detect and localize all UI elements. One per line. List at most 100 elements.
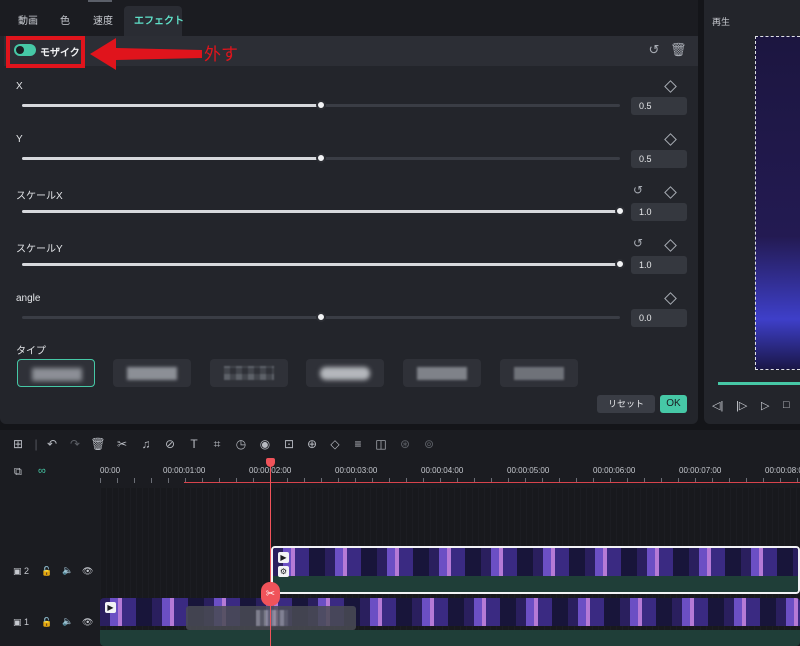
redo-icon[interactable]: ↷ [67, 437, 83, 451]
type-label: タイプ [16, 346, 46, 357]
value-field-scale-y[interactable]: 1.0 [631, 256, 687, 274]
param-label-scale-y: スケールY [16, 244, 63, 255]
slider-angle[interactable] [22, 312, 620, 322]
reset-icon[interactable]: ↺ [633, 184, 643, 196]
speaker-icon[interactable]: 🔈 [62, 565, 73, 576]
video-track-icon: ▣ [13, 617, 22, 627]
play-icon[interactable]: ▷ [761, 399, 769, 412]
delete-icon[interactable]: 🗑 [90, 437, 106, 451]
timecode: 00:00:08:0 [765, 466, 800, 475]
text-icon[interactable]: T [186, 437, 202, 451]
mask-icon[interactable]: ◇ [327, 437, 343, 451]
slider-x[interactable] [22, 100, 620, 110]
slider-thumb[interactable] [316, 100, 326, 110]
mosaic-effect-clip[interactable] [186, 606, 356, 630]
color-icon[interactable]: ◉ [257, 437, 273, 451]
layout-icon[interactable]: ⊞ [10, 437, 26, 451]
clip-audio-waveform [273, 576, 798, 592]
slider-scale-y[interactable] [22, 259, 625, 269]
divider: | [34, 437, 38, 451]
timecode: 00:00:07:00 [679, 466, 722, 475]
mosaic-type-option[interactable] [306, 359, 384, 387]
timecode: 00:00:06:00 [593, 466, 636, 475]
speaker-icon[interactable]: 🔈 [62, 616, 73, 627]
slider-scale-x[interactable] [22, 206, 625, 216]
track-manager-icon[interactable]: ⧉ [14, 466, 22, 479]
type-preview-pixel [224, 366, 274, 380]
effect-badge-icon: ⚙ [278, 566, 289, 577]
next-frame-icon[interactable]: |▷ [736, 399, 747, 412]
prev-frame-icon[interactable]: ◁| [712, 399, 723, 412]
reset-icon[interactable]: ↺ [633, 237, 643, 249]
value-field-angle[interactable]: 0.0 [631, 309, 687, 327]
delete-icon[interactable]: 🗑 [670, 43, 687, 57]
mosaic-type-option[interactable] [113, 359, 191, 387]
tag-icon[interactable]: ⊘ [162, 437, 178, 451]
slider-thumb[interactable] [615, 259, 625, 269]
crop-icon[interactable]: ⌗ [209, 437, 225, 451]
value-field-x[interactable]: 0.5 [631, 97, 687, 115]
audio-icon[interactable]: ♫ [138, 437, 154, 451]
timecode: 00:00:01:00 [163, 466, 206, 475]
keyframe-icon[interactable]: ◫ [373, 437, 389, 451]
slider-thumb[interactable] [316, 153, 326, 163]
stop-icon[interactable]: □ [783, 399, 790, 411]
mosaic-type-option[interactable] [500, 359, 578, 387]
reset-icon[interactable]: ↺ [647, 43, 661, 57]
value-field-scale-x[interactable]: 1.0 [631, 203, 687, 221]
link-icon[interactable]: ∞ [38, 465, 46, 477]
preview-progress-bar[interactable] [718, 382, 800, 385]
preview-title: 再生 [712, 17, 731, 27]
adjust-icon[interactable]: ≡ [350, 437, 366, 451]
speed-icon[interactable]: ◷ [233, 437, 249, 451]
slider-fill [22, 210, 620, 213]
split-icon[interactable]: ✂ [114, 437, 130, 451]
stabilize-icon[interactable]: ⊚ [421, 437, 437, 451]
playhead-line[interactable] [270, 462, 271, 646]
mosaic-type-option[interactable] [403, 359, 481, 387]
video-track-icon: ▣ [13, 566, 22, 576]
slider-thumb[interactable] [615, 206, 625, 216]
preview-panel: 再生 ◁| |▷ ▷ □ [704, 0, 800, 424]
timecode: 00:00:03:00 [335, 466, 378, 475]
slider-fill [22, 263, 620, 266]
param-label-angle: angle [16, 293, 41, 304]
value-field-y[interactable]: 0.5 [631, 150, 687, 168]
eye-icon[interactable]: 👁 [82, 566, 93, 577]
playhead-handle[interactable] [266, 458, 275, 467]
lock-icon[interactable]: 🔓 [41, 617, 52, 628]
ai-icon[interactable]: ⊛ [397, 437, 413, 451]
slider-fill [22, 316, 321, 319]
type-preview-blur [320, 367, 370, 380]
tab-indicator-line [88, 0, 112, 2]
freeze-icon[interactable]: ⊡ [281, 437, 297, 451]
transform-icon[interactable]: ⊕ [304, 437, 320, 451]
clip-audio-waveform [100, 630, 800, 646]
tab-video[interactable]: 動画 [18, 12, 38, 27]
slider-thumb[interactable] [316, 312, 326, 322]
annotation-highlight-box [6, 36, 85, 68]
timecode: 00:00:04:00 [421, 466, 464, 475]
reset-button[interactable]: リセット [597, 395, 655, 413]
tab-effect[interactable]: エフェクト [134, 12, 184, 27]
undo-icon[interactable]: ↶ [44, 437, 60, 451]
eye-icon[interactable]: 👁 [82, 617, 93, 628]
lock-icon[interactable]: 🔓 [41, 566, 52, 577]
split-icon[interactable]: ✂ [261, 582, 280, 606]
preview-video-frame[interactable] [755, 36, 800, 370]
slider-y[interactable] [22, 153, 620, 163]
type-preview-blur [32, 368, 82, 381]
tab-color[interactable]: 色 [60, 12, 70, 27]
mosaic-type-option[interactable] [17, 359, 95, 387]
track-number: 2 [24, 566, 30, 576]
timecode: 00:00:05:00 [507, 466, 550, 475]
mosaic-type-option[interactable] [210, 359, 288, 387]
ok-button[interactable]: OK [660, 395, 687, 413]
play-icon: ▶ [105, 602, 116, 613]
play-icon: ▶ [278, 552, 289, 563]
param-label-y: Y [16, 134, 23, 145]
tab-speed[interactable]: 速度 [93, 12, 113, 27]
selected-video-clip[interactable]: ▶ ⚙ [271, 546, 800, 594]
param-label-x: X [16, 81, 23, 92]
slider-fill [22, 104, 321, 107]
